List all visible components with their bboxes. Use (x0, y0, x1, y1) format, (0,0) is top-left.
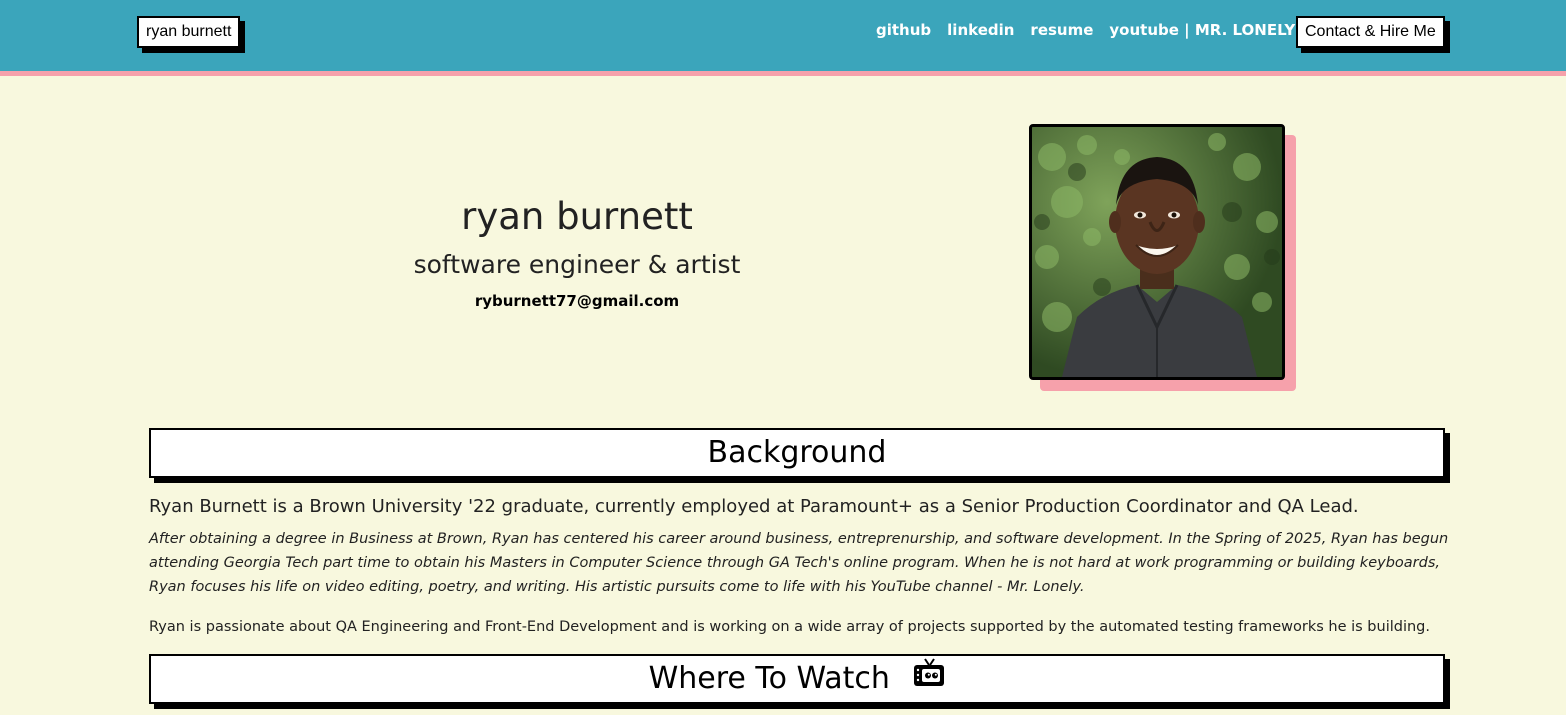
nav-links: github linkedin resume youtube | MR. LON… (876, 21, 1295, 39)
profile-photo-image (1032, 127, 1282, 377)
profile-photo (1029, 124, 1285, 380)
background-paragraph-italic: After obtaining a degree in Business at … (149, 531, 1449, 595)
background-paragraph: Ryan is passionate about QA Engineering … (149, 619, 1430, 635)
hero-name: ryan burnett (461, 195, 693, 238)
where-to-watch-heading: Where To Watch (149, 654, 1445, 704)
nav-link-github[interactable]: github (876, 21, 931, 39)
brand-button[interactable]: ryan burnett (137, 16, 241, 48)
hero-email: ryburnett77@gmail.com (474, 292, 680, 310)
hero-title: software engineer & artist (413, 250, 741, 279)
background-lead: Ryan Burnett is a Brown University '22 g… (149, 496, 1359, 517)
tv-icon (913, 655, 945, 701)
contact-hire-button[interactable]: Contact & Hire Me (1296, 16, 1445, 48)
background-heading: Background (149, 428, 1445, 478)
nav-link-linkedin[interactable]: linkedin (947, 21, 1014, 39)
navbar: ryan burnett github linkedin resume yout… (0, 0, 1566, 76)
nav-link-youtube[interactable]: youtube | MR. LONELY (1109, 21, 1295, 39)
where-to-watch-title: Where To Watch (648, 661, 890, 696)
nav-link-resume[interactable]: resume (1030, 21, 1093, 39)
